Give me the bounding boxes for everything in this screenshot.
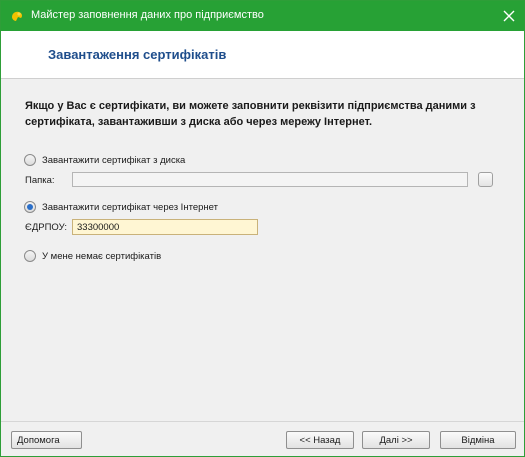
page-title: Завантаження сертифікатів [48,47,227,62]
close-button[interactable] [494,1,524,31]
edrpou-input[interactable] [72,219,258,235]
title-bar: Майстер заповнення даних про підприємств… [1,1,524,31]
app-icon [12,11,23,21]
radio-from-disk-label: Завантажити сертифікат з диска [42,154,186,166]
browse-folder-button[interactable] [478,172,493,187]
folder-label: Папка: [25,175,55,186]
edrpou-label: ЄДРПОУ: [25,222,68,233]
radio-option-via-internet[interactable]: Завантажити сертифікат через Інтернет [24,201,218,213]
wizard-window: Майстер заповнення даних про підприємств… [0,0,525,457]
wizard-header: Завантаження сертифікатів [1,31,524,78]
back-button[interactable]: << Назад [286,431,354,449]
radio-no-certificates[interactable] [24,250,36,262]
help-button[interactable]: Допомога [11,431,82,449]
radio-via-internet[interactable] [24,201,36,213]
header-divider [1,78,524,79]
radio-option-from-disk[interactable]: Завантажити сертифікат з диска [24,154,185,166]
window-title: Майстер заповнення даних про підприємств… [31,9,264,21]
radio-option-no-certificates[interactable]: У мене немає сертифікатів [24,250,161,262]
footer-divider [1,421,524,422]
radio-no-certificates-label: У мене немає сертифікатів [42,250,162,262]
radio-from-disk[interactable] [24,154,36,166]
cancel-button[interactable]: Відміна [440,431,516,449]
folder-path-field[interactable] [72,172,468,187]
next-button[interactable]: Далі >> [362,431,430,449]
intro-text: Якщо у Вас є сертифікати, ви можете запо… [25,100,476,128]
radio-via-internet-label: Завантажити сертифікат через Інтернет [42,201,218,213]
close-icon [503,10,515,22]
